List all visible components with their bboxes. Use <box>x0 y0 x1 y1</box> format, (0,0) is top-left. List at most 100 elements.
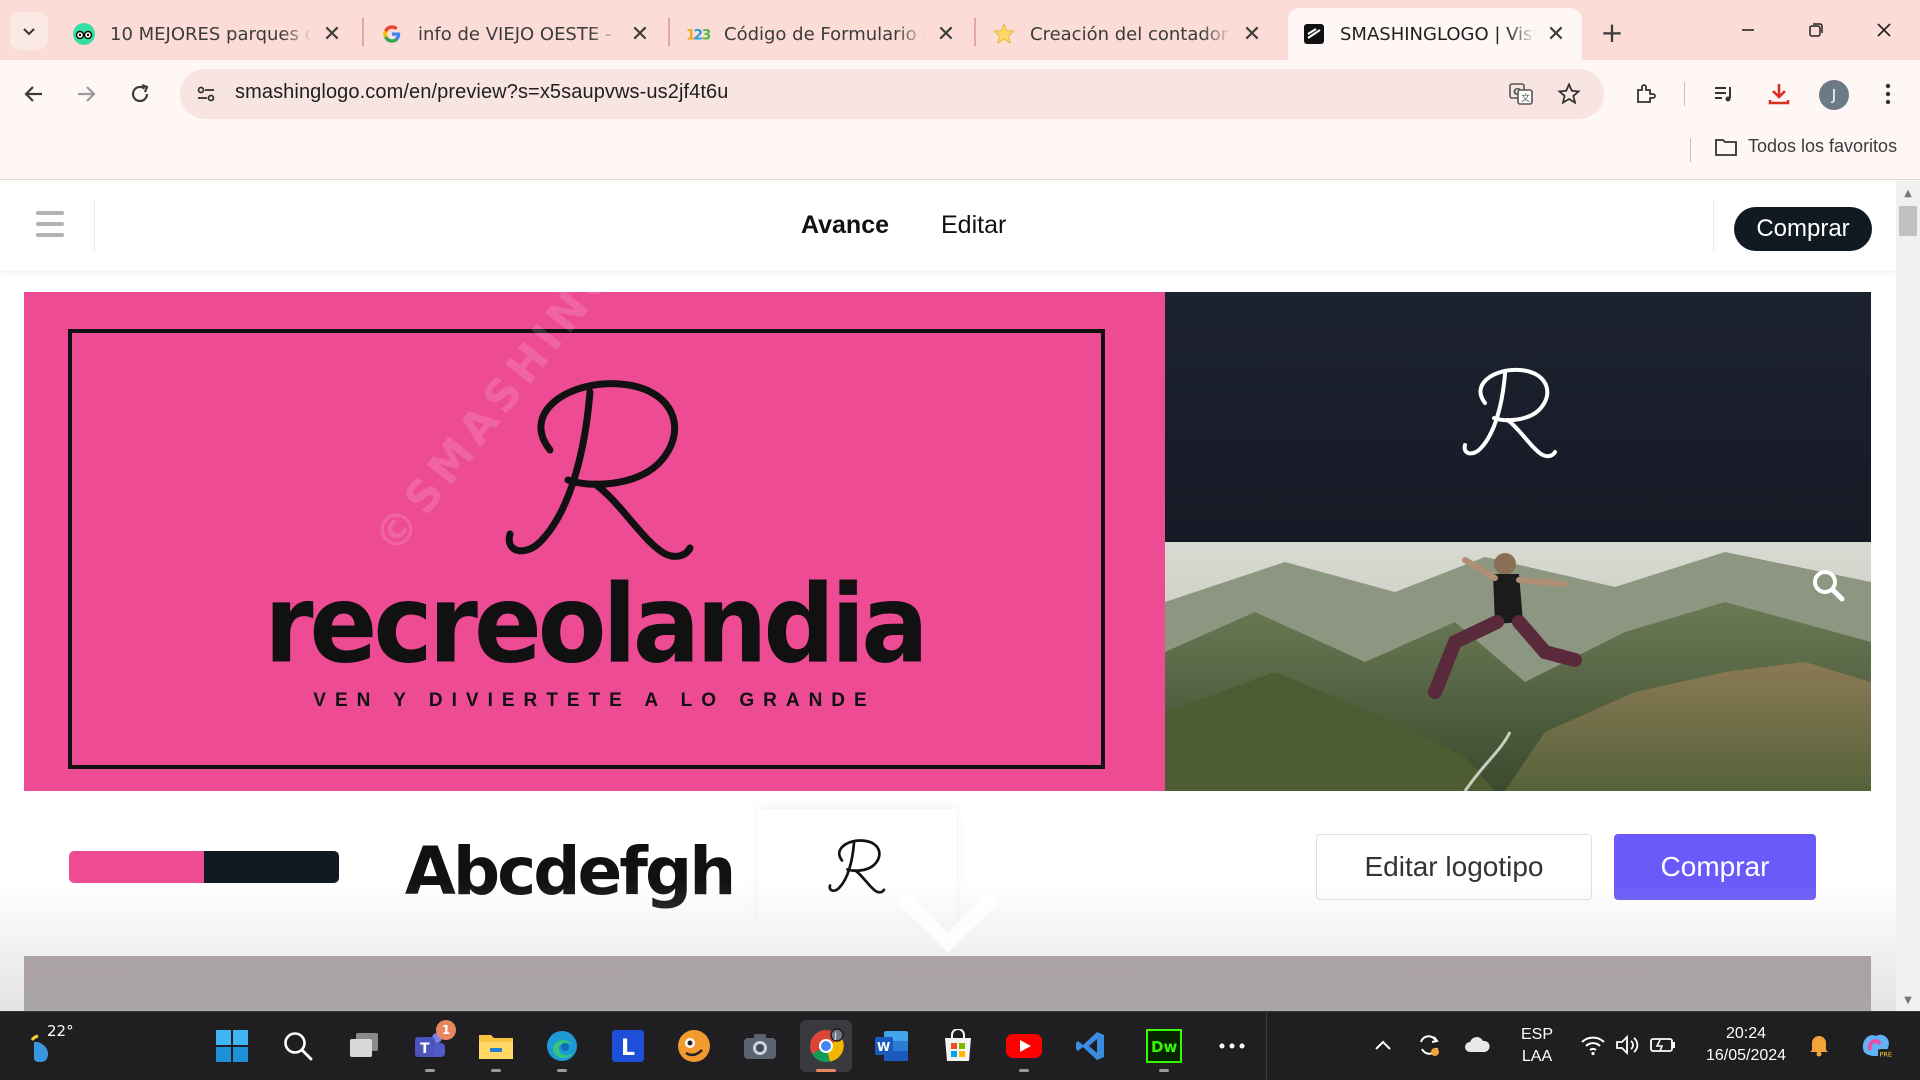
bookmarks-folder-label: Todos los favoritos <box>1748 136 1898 156</box>
tab-2[interactable]: info de VIEJO OESTE - Bu ✕ <box>366 8 666 60</box>
bookmarks-bar <box>0 122 1920 180</box>
restore-icon <box>1809 23 1823 37</box>
arrow-left-icon <box>24 86 42 102</box>
game-app-icon <box>678 1030 710 1062</box>
tab-search-button[interactable] <box>10 12 48 50</box>
reload-button[interactable] <box>120 74 160 114</box>
close-icon[interactable]: ✕ <box>934 22 958 47</box>
extensions-icon[interactable] <box>1628 76 1664 112</box>
youtube-app[interactable] <box>998 1020 1050 1072</box>
visual-studio-app[interactable] <box>1064 1020 1116 1072</box>
language-code: ESP <box>1520 1026 1553 1043</box>
scroll-down-chevron-icon[interactable] <box>898 893 998 953</box>
wifi-icon[interactable] <box>1578 1030 1608 1060</box>
volume-icon[interactable] <box>1612 1030 1642 1060</box>
battery-icon[interactable] <box>1648 1030 1678 1060</box>
header-divider <box>94 199 95 253</box>
translate-icon[interactable]: G文 <box>1503 76 1539 112</box>
svg-text:3: 3 <box>702 28 710 44</box>
minimize-button[interactable] <box>1726 10 1770 50</box>
media-control-icon[interactable] <box>1706 76 1742 112</box>
edit-logo-button[interactable]: Editar logotipo <box>1316 834 1592 900</box>
task-view-icon <box>350 1033 378 1057</box>
next-section-preview <box>24 956 1871 1011</box>
tab-title: SMASHINGLOGO | Vista p <box>1340 23 1536 45</box>
onedrive-cloud-icon[interactable] <box>1462 1030 1492 1060</box>
font-sample[interactable]: Abcdefgh <box>384 821 754 921</box>
google-icon <box>380 22 404 46</box>
close-icon[interactable]: ✕ <box>628 22 652 47</box>
minimize-icon <box>1742 29 1754 31</box>
all-bookmarks-folder[interactable]: Todos los favoritos <box>1714 136 1897 157</box>
store-icon <box>945 1029 971 1061</box>
site-settings-icon[interactable] <box>188 76 224 112</box>
start-button[interactable] <box>206 1020 258 1072</box>
store-app[interactable] <box>932 1020 984 1072</box>
tab-4[interactable]: Creación del contador vis ✕ <box>978 8 1278 60</box>
more-icon <box>1219 1043 1245 1049</box>
svg-text:T: T <box>420 1041 430 1057</box>
scrollbar-thumb[interactable] <box>1899 206 1917 236</box>
mockup-photo[interactable] <box>1165 542 1871 791</box>
tab-3[interactable]: 123 Código de Formulario de ✕ <box>672 8 972 60</box>
reload-icon <box>131 83 149 103</box>
svg-text:W: W <box>877 1040 890 1054</box>
sync-icon[interactable] <box>1414 1030 1444 1060</box>
dreamweaver-icon: Dw <box>1146 1029 1182 1063</box>
zoom-icon[interactable] <box>1810 567 1846 603</box>
download-icon[interactable] <box>1761 76 1797 112</box>
scroll-down-arrow-icon[interactable]: ▼ <box>1899 992 1917 1008</box>
tab-preview[interactable]: Avance <box>801 211 889 240</box>
tab-1[interactable]: 10 MEJORES parques de ✕ <box>58 8 358 60</box>
buy-button[interactable]: Comprar <box>1614 834 1816 900</box>
more-apps[interactable] <box>1206 1020 1258 1072</box>
l-app[interactable]: L <box>602 1020 654 1072</box>
close-window-button[interactable] <box>1862 10 1906 50</box>
show-hidden-icons-chevron-icon[interactable] <box>1368 1030 1398 1060</box>
chrome-app[interactable]: J <box>800 1020 852 1072</box>
game-app[interactable] <box>668 1020 720 1072</box>
edge-app[interactable] <box>536 1020 588 1072</box>
tab-separator <box>668 18 670 46</box>
clock[interactable]: 20:24 16/05/2024 <box>1700 1023 1792 1067</box>
tab-edit[interactable]: Editar <box>941 211 1006 240</box>
hamburger-menu-icon[interactable] <box>36 211 64 237</box>
header-buy-button[interactable]: Comprar <box>1734 207 1872 251</box>
svg-text:文: 文 <box>1521 92 1530 104</box>
color-palette-swatch[interactable] <box>69 851 339 883</box>
scroll-up-arrow-icon[interactable]: ▲ <box>1899 185 1917 201</box>
menu-kebab-icon[interactable] <box>1870 76 1906 112</box>
taskbar-divider <box>1266 1011 1267 1080</box>
dreamweaver-app[interactable]: Dw <box>1138 1020 1190 1072</box>
taskbar-search[interactable] <box>272 1020 324 1072</box>
visual-studio-icon <box>1074 1030 1106 1062</box>
camera-icon <box>744 1034 776 1059</box>
profile-avatar[interactable]: J <box>1819 80 1849 110</box>
swatch-primary <box>69 851 204 883</box>
close-icon[interactable]: ✕ <box>1544 22 1568 47</box>
chrome-icon: J <box>810 1028 844 1062</box>
bookmarks-separator <box>1690 138 1691 162</box>
restore-button[interactable] <box>1794 10 1838 50</box>
close-icon[interactable]: ✕ <box>1240 22 1264 47</box>
word-app[interactable]: W <box>866 1020 918 1072</box>
url-text[interactable]: smashinglogo.com/en/preview?s=x5saupvws-… <box>235 81 729 104</box>
clock-date: 16/05/2024 <box>1705 1047 1787 1064</box>
forward-button[interactable] <box>66 74 106 114</box>
svg-text:Dw: Dw <box>1151 1038 1177 1056</box>
chevron-down-icon <box>23 28 35 36</box>
file-explorer-app[interactable] <box>470 1020 522 1072</box>
new-tab-button[interactable]: + <box>1594 14 1630 50</box>
camera-app[interactable] <box>734 1020 786 1072</box>
input-language[interactable]: ESP LAA <box>1516 1024 1558 1068</box>
close-icon <box>1877 23 1891 37</box>
file-explorer-icon <box>479 1035 513 1059</box>
close-icon[interactable]: ✕ <box>320 22 344 47</box>
task-view[interactable] <box>338 1020 390 1072</box>
page-scrollbar[interactable] <box>1896 181 1920 1011</box>
bookmark-star-icon[interactable] <box>1551 76 1587 112</box>
copilot-icon[interactable]: PRE <box>1856 1030 1896 1060</box>
tab-5-active[interactable]: SMASHINGLOGO | Vista p ✕ <box>1288 8 1582 60</box>
back-button[interactable] <box>14 74 54 114</box>
notification-bell-icon[interactable] <box>1804 1030 1834 1060</box>
